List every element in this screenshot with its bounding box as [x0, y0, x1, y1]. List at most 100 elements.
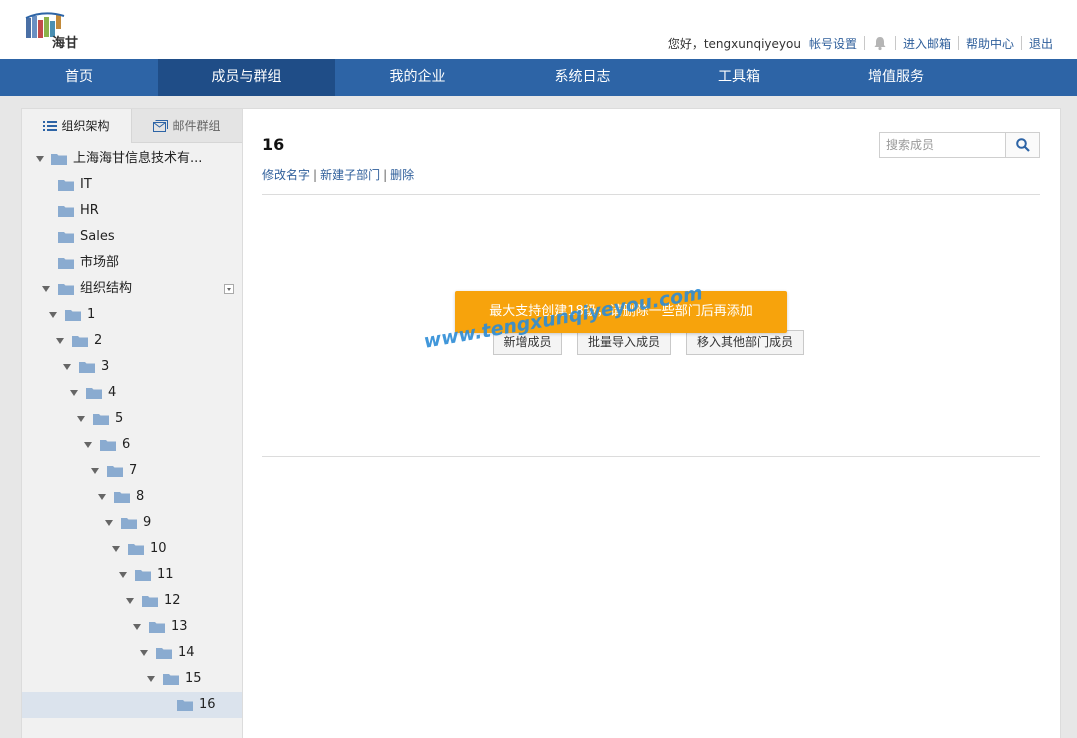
tree-node[interactable]: HR [22, 198, 242, 224]
tree-node-label: 5 [115, 411, 124, 426]
delete-link[interactable]: 删除 [390, 168, 414, 182]
expand-arrow-icon[interactable] [77, 416, 85, 422]
new-sub-dept-link[interactable]: 新建子部门 [320, 168, 380, 182]
tree-node-label: 12 [164, 593, 181, 608]
bell-icon[interactable] [872, 35, 888, 51]
tree-node-label: 2 [94, 333, 103, 348]
main-nav: 首页 成员与群组 我的企业 系统日志 工具箱 增值服务 [0, 59, 1077, 96]
dept-title: 16 [262, 135, 285, 154]
logout-link[interactable]: 退出 [1029, 35, 1053, 52]
divider [262, 194, 1040, 195]
enter-mailbox-link[interactable]: 进入邮箱 [903, 35, 951, 52]
folder-icon [86, 388, 102, 399]
logo-text: 海甘 [52, 36, 79, 51]
expand-arrow-icon[interactable] [36, 156, 44, 162]
folder-icon [163, 674, 179, 685]
tree-node[interactable]: IT [22, 172, 242, 198]
expand-arrow-icon[interactable] [105, 520, 113, 526]
folder-icon [142, 596, 158, 607]
divider [863, 36, 865, 50]
tree-node[interactable]: 4 [22, 380, 242, 406]
nav-system-log[interactable]: 系统日志 [500, 59, 665, 96]
tree-node[interactable]: 1 [22, 302, 242, 328]
mail-group-icon [153, 119, 169, 132]
tree-node-label: 14 [178, 645, 195, 660]
expand-arrow-icon[interactable] [147, 676, 155, 682]
node-menu-dropdown-icon[interactable] [224, 284, 234, 294]
expand-arrow-icon[interactable] [133, 624, 141, 630]
expand-arrow-icon[interactable] [119, 572, 127, 578]
help-center-link[interactable]: 帮助中心 [966, 35, 1014, 52]
tree-node-label: 上海海甘信息技术有... [73, 151, 203, 166]
expand-arrow-icon[interactable] [42, 286, 50, 292]
expand-arrow-icon[interactable] [112, 546, 120, 552]
batch-import-button[interactable]: 批量导入成员 [577, 330, 671, 355]
tree-node[interactable]: 16 [22, 692, 242, 718]
search-input[interactable] [880, 133, 1005, 157]
tree-node[interactable]: 12 [22, 588, 242, 614]
expand-arrow-icon[interactable] [126, 598, 134, 604]
tree-node-label: 11 [157, 567, 174, 582]
tree-node[interactable]: Sales [22, 224, 242, 250]
tree-node[interactable]: 10 [22, 536, 242, 562]
folder-icon [58, 284, 74, 295]
search-button[interactable] [1005, 133, 1039, 157]
tree-node[interactable]: 市场部 [22, 250, 242, 276]
tree-node-label: 1 [87, 307, 96, 322]
expand-arrow-icon[interactable] [56, 338, 64, 344]
tree-node[interactable]: 上海海甘信息技术有... [22, 146, 242, 172]
tree-node[interactable]: 组织结构 [22, 276, 242, 302]
folder-icon [51, 154, 67, 165]
tree-node[interactable]: 11 [22, 562, 242, 588]
expand-arrow-icon[interactable] [49, 312, 57, 318]
folder-icon [114, 492, 130, 503]
tree-node[interactable]: 5 [22, 406, 242, 432]
tree-node-label: 16 [199, 697, 216, 712]
expand-arrow-icon[interactable] [91, 468, 99, 474]
tree-node[interactable]: 3 [22, 354, 242, 380]
folder-icon [79, 362, 95, 373]
expand-arrow-icon[interactable] [98, 494, 106, 500]
folder-icon [128, 544, 144, 555]
account-settings-link[interactable]: 帐号设置 [809, 35, 857, 52]
search-icon [1015, 138, 1030, 152]
folder-icon [58, 232, 74, 243]
tree-node[interactable]: 14 [22, 640, 242, 666]
tree-node-label: Sales [80, 229, 115, 244]
tree-node[interactable]: 13 [22, 614, 242, 640]
nav-my-enterprise[interactable]: 我的企业 [335, 59, 500, 96]
tab-org-structure[interactable]: 组织架构 [22, 109, 132, 143]
folder-icon [58, 180, 74, 191]
folder-icon [149, 622, 165, 633]
tab-org-structure-label: 组织架构 [61, 119, 110, 133]
nav-toolbox[interactable]: 工具箱 [665, 59, 813, 96]
tree-node-label: 13 [171, 619, 188, 634]
folder-icon [177, 700, 193, 711]
tree-node-label: 9 [143, 515, 152, 530]
expand-arrow-icon[interactable] [140, 650, 148, 656]
tree-node-label: 6 [122, 437, 131, 452]
nav-value-added[interactable]: 增值服务 [813, 59, 979, 96]
tree-node[interactable]: 8 [22, 484, 242, 510]
tree-node[interactable]: 7 [22, 458, 242, 484]
folder-icon [58, 206, 74, 217]
divider [894, 36, 896, 50]
list-icon [43, 121, 58, 131]
nav-home[interactable]: 首页 [0, 59, 158, 96]
tab-mail-groups[interactable]: 邮件群组 [132, 109, 242, 143]
move-members-button[interactable]: 移入其他部门成员 [686, 330, 804, 355]
tree-node[interactable]: 6 [22, 432, 242, 458]
tree-node[interactable]: 9 [22, 510, 242, 536]
expand-arrow-icon[interactable] [84, 442, 92, 448]
divider [1020, 36, 1022, 50]
divider [262, 456, 1040, 457]
tree-node[interactable]: 15 [22, 666, 242, 692]
rename-link[interactable]: 修改名字 [262, 168, 310, 182]
tree-node[interactable]: 2 [22, 328, 242, 354]
expand-arrow-icon[interactable] [63, 364, 71, 370]
tree-node-label: 7 [129, 463, 138, 478]
folder-icon [107, 466, 123, 477]
nav-members-groups[interactable]: 成员与群组 [158, 59, 335, 96]
expand-arrow-icon[interactable] [70, 390, 78, 396]
folder-icon [93, 414, 109, 425]
